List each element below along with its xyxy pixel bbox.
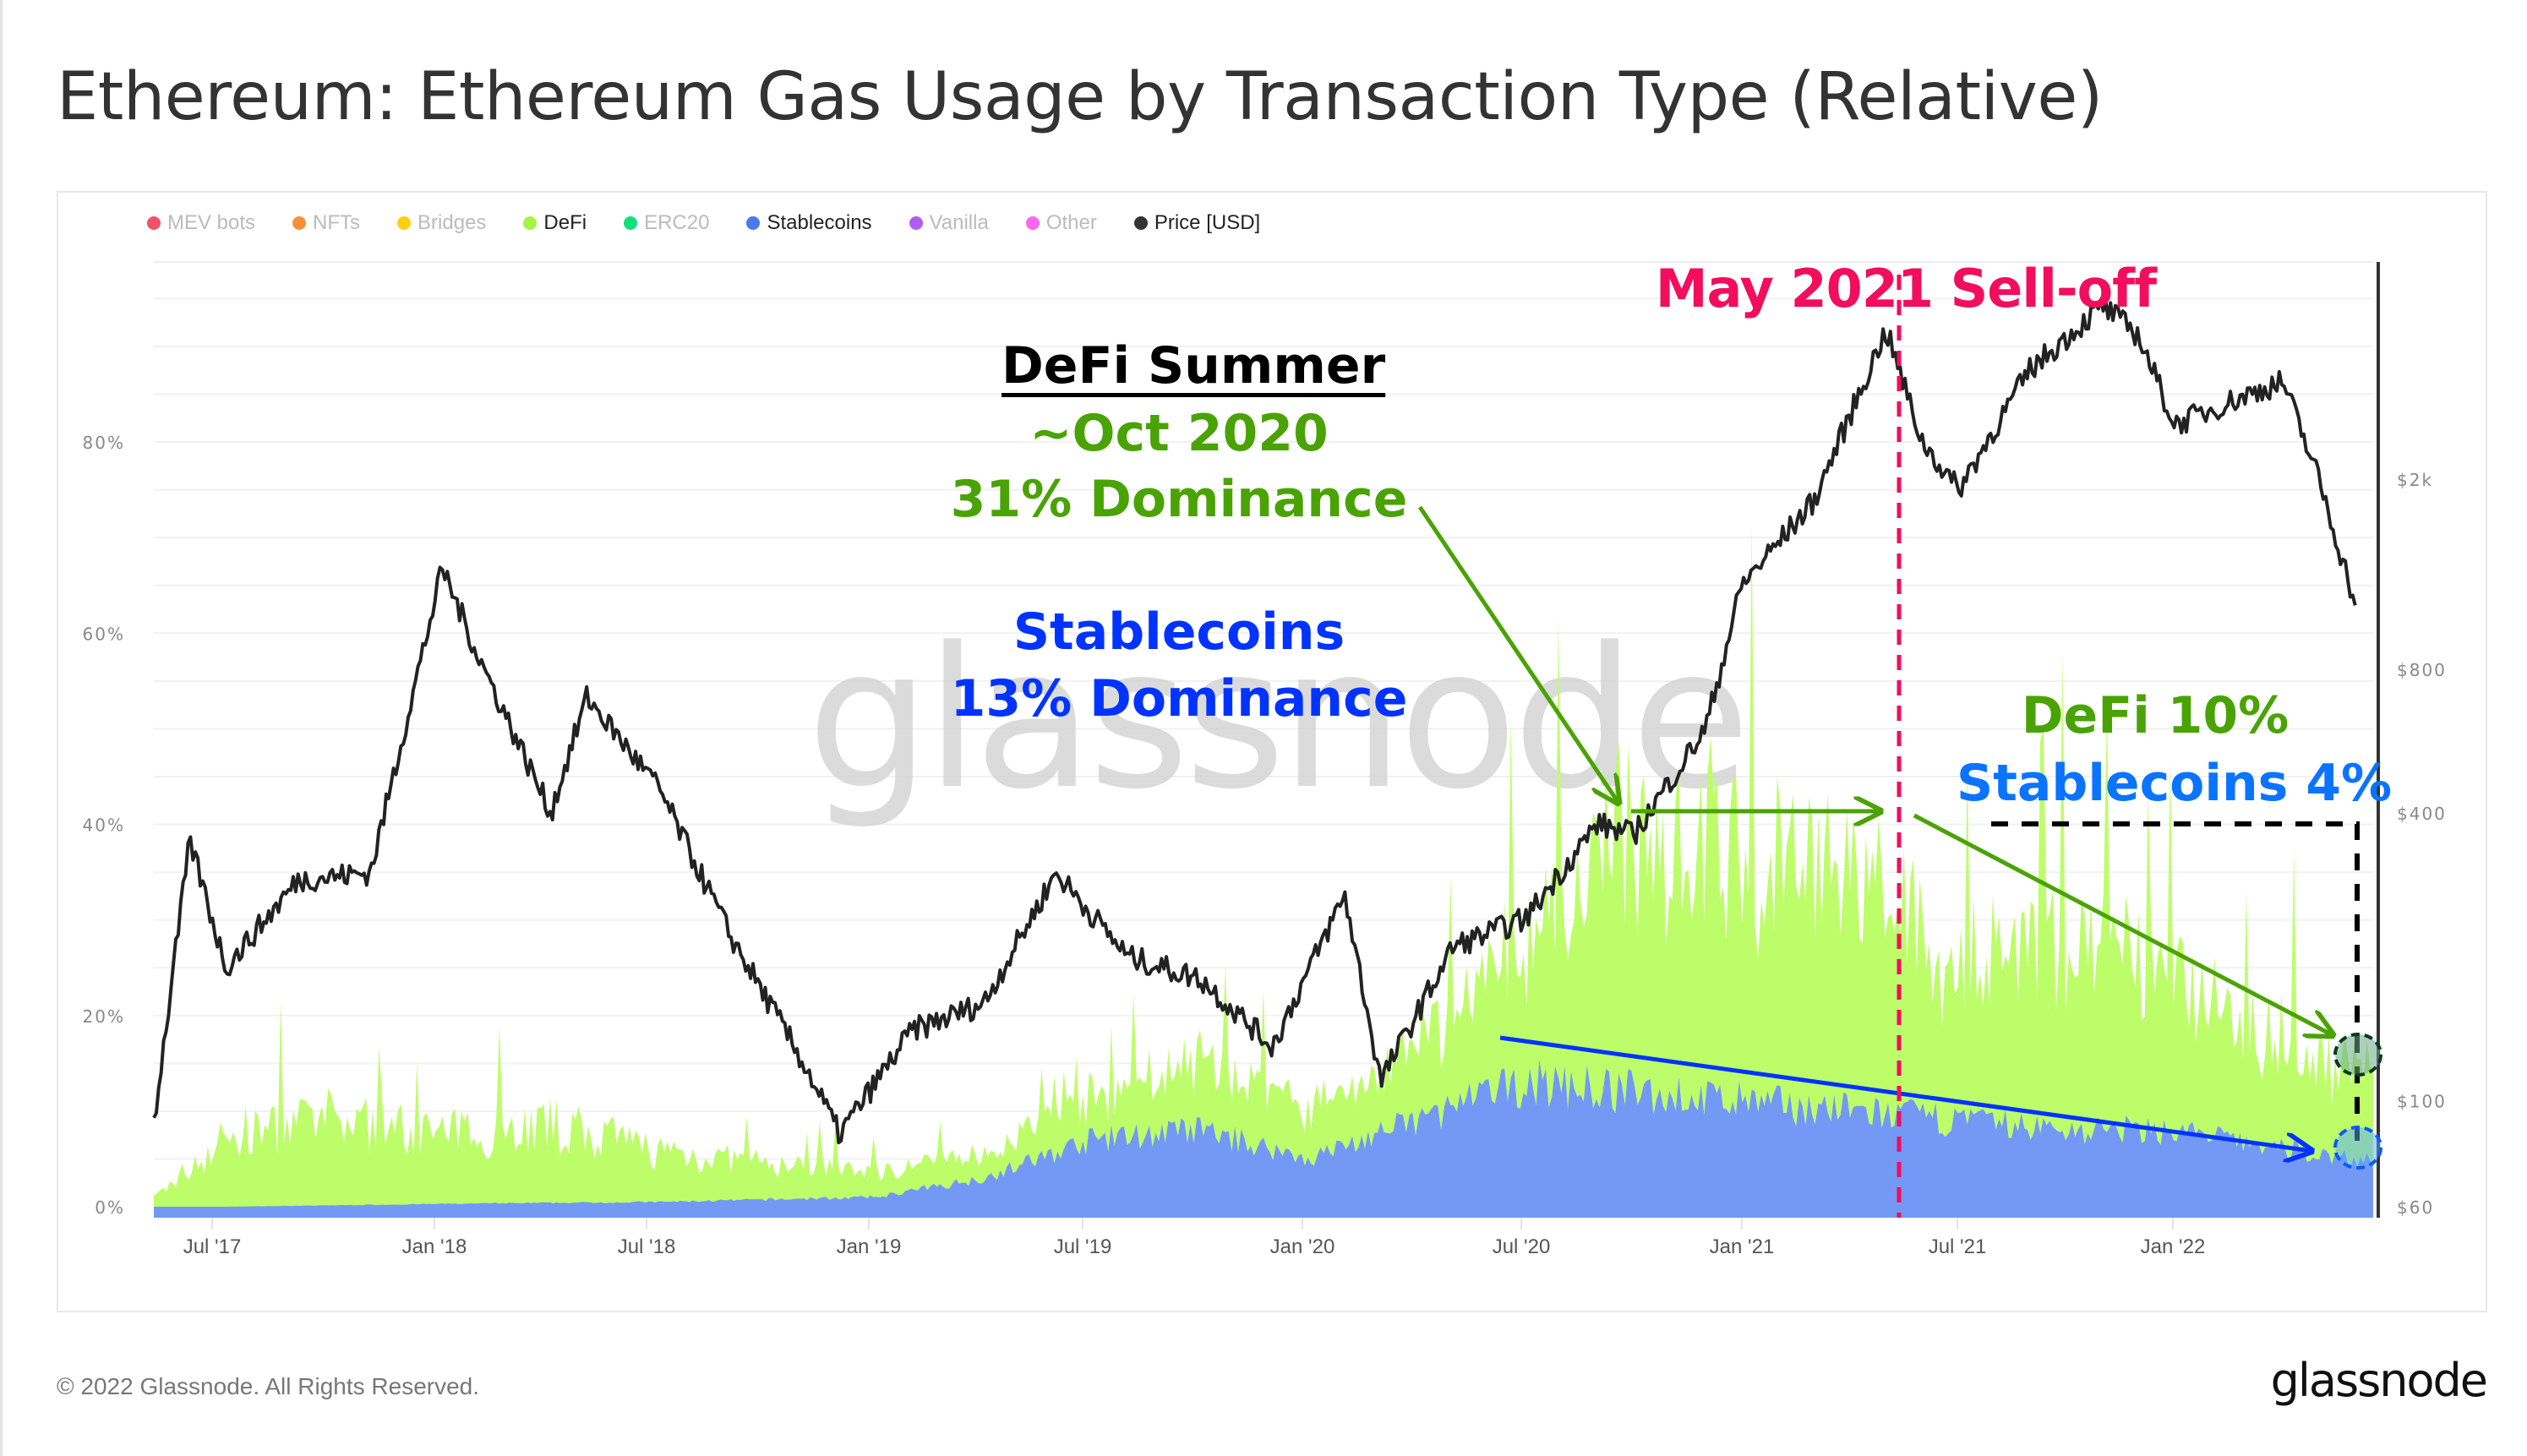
x-tick-label: Jan '19: [837, 1235, 902, 1258]
baseline-band: [154, 1207, 2373, 1218]
x-tick-label: Jul '20: [1493, 1235, 1551, 1258]
y-right-tick-label: $60: [2397, 1197, 2434, 1218]
y-right-tick-label: $2k: [2397, 470, 2433, 490]
stablecoins-current-circle: [2333, 1126, 2382, 1170]
x-tick-label: Jul '19: [1054, 1235, 1112, 1258]
copyright-footer: © 2022 Glassnode. All Rights Reserved.: [57, 1373, 480, 1399]
y-right-tick-label: $800: [2397, 660, 2447, 680]
x-tick-label: Jan '18: [402, 1235, 467, 1258]
x-tick-label: Jan '20: [1270, 1235, 1335, 1258]
annotation-defi-now: DeFi 10%: [2021, 686, 2290, 745]
y-left-tick-label: 0%: [95, 1197, 125, 1218]
annotation-stablecoins: Stablecoins: [1012, 603, 1345, 662]
y-left-tick-label: 40%: [83, 815, 125, 836]
x-tick-label: Jan '22: [2141, 1235, 2206, 1258]
glassnode-logo: glassnode: [2270, 1354, 2488, 1407]
annotation-stable-dominance: 13% Dominance: [950, 669, 1408, 728]
y-right-tick-label: $100: [2397, 1092, 2447, 1112]
annotation-defi-summer: DeFi Summer: [1002, 336, 1386, 395]
annotation-stable-now: Stablecoins 4%: [1957, 754, 2393, 813]
annotation-oct-2020: ~Oct 2020: [1029, 404, 1329, 463]
x-tick-label: Jan '21: [1710, 1235, 1775, 1258]
y-left-tick-label: 20%: [83, 1006, 125, 1027]
y-left-tick-label: 60%: [83, 624, 125, 644]
x-tick-label: Jul '21: [1929, 1235, 1987, 1258]
annotation-defi-dominance: 31% Dominance: [950, 470, 1408, 529]
x-tick-label: Jul '18: [618, 1235, 676, 1258]
y-left-tick-label: 80%: [83, 433, 125, 453]
defi-current-circle: [2333, 1033, 2382, 1077]
x-tick-label: Jul '17: [183, 1235, 242, 1258]
annotation-may-selloff: May 2021 Sell-off: [1655, 258, 2157, 319]
y-right-tick-label: $400: [2397, 804, 2447, 824]
